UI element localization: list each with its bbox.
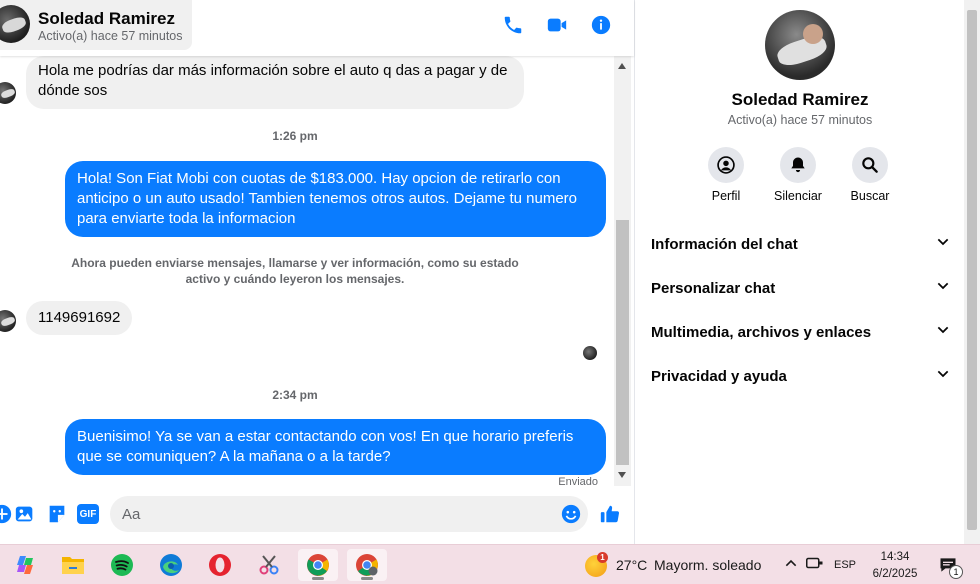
spotify-icon[interactable]	[102, 549, 142, 581]
conversation-details-panel: Soledad Ramirez Activo(a) hace 57 minuto…	[634, 0, 964, 544]
weather-alert-badge: 1	[597, 552, 608, 563]
section-chat-info[interactable]: Información del chat	[651, 224, 951, 264]
message-timestamp: 2:34 pm	[272, 388, 318, 402]
search-label: Buscar	[850, 189, 890, 203]
message-status: Enviado	[558, 476, 598, 486]
image-gallery-icon[interactable]	[13, 502, 37, 526]
avatar[interactable]	[0, 5, 30, 43]
incoming-message[interactable]: Hola me podrías dar más información sobr…	[26, 56, 524, 109]
notification-count-badge: 1	[949, 565, 963, 579]
chrome-icon[interactable]	[298, 549, 338, 581]
message-scrollbar[interactable]	[614, 56, 631, 486]
scroll-up-arrow[interactable]	[618, 63, 626, 69]
contact-name: Soledad Ramirez	[38, 9, 175, 28]
bell-icon	[791, 157, 805, 173]
plus-circle-icon[interactable]	[0, 502, 14, 526]
message-input[interactable]	[110, 496, 588, 532]
composer: GIF	[0, 486, 634, 544]
profile-button[interactable]: Perfil	[686, 147, 766, 203]
panel-contact-name[interactable]: Soledad Ramirez	[635, 90, 965, 110]
emoji-icon[interactable]	[559, 502, 583, 526]
phone-icon[interactable]	[500, 12, 526, 38]
file-explorer-icon[interactable]	[53, 549, 93, 581]
info-icon[interactable]	[588, 12, 614, 38]
profile-icon	[717, 156, 735, 174]
message-list[interactable]: Hola me podrías dar más información sobr…	[0, 56, 614, 486]
chevron-down-icon	[935, 278, 951, 299]
chat-header: Soledad Ramirez Activo(a) hace 57 minuto…	[0, 0, 634, 56]
scroll-thumb[interactable]	[967, 10, 977, 530]
read-receipt-avatar	[583, 346, 597, 360]
taskbar: 1 27°C Mayorm. soleado ESP 14:34 6/2/202…	[0, 544, 980, 584]
opera-icon[interactable]	[200, 549, 240, 581]
scroll-down-arrow[interactable]	[618, 472, 626, 478]
edge-icon[interactable]	[151, 549, 191, 581]
video-camera-icon[interactable]	[544, 12, 570, 38]
weather-temperature[interactable]: 27°C	[616, 557, 647, 573]
profile-label: Perfil	[711, 189, 741, 203]
chevron-down-icon	[935, 234, 951, 255]
search-button[interactable]: Buscar	[830, 147, 910, 203]
avatar	[0, 82, 16, 104]
mute-label: Silenciar	[774, 189, 822, 203]
scroll-thumb[interactable]	[616, 220, 629, 465]
connection-notice: Ahora pueden enviarse mensajes, llamarse…	[71, 256, 519, 286]
contact-status: Activo(a) hace 57 minutos	[38, 29, 183, 43]
outgoing-message[interactable]: Buenisimo! Ya se van a estar contactando…	[65, 419, 606, 475]
clock-time: 14:34	[880, 551, 910, 563]
mute-button[interactable]: Silenciar	[758, 147, 838, 203]
chevron-down-icon	[935, 322, 951, 343]
section-customize-chat[interactable]: Personalizar chat	[651, 268, 951, 308]
message-timestamp: 1:26 pm	[272, 129, 318, 143]
section-media-files-links[interactable]: Multimedia, archivos y enlaces	[651, 312, 951, 352]
outgoing-message[interactable]: Hola! Son Fiat Mobi con cuotas de $183.0…	[65, 161, 606, 237]
section-privacy-help[interactable]: Privacidad y ayuda	[651, 356, 951, 396]
avatar[interactable]	[765, 10, 835, 80]
snipping-tool-icon[interactable]	[249, 549, 289, 581]
chrome-profile-icon[interactable]	[347, 549, 387, 581]
page-scrollbar[interactable]	[964, 0, 980, 544]
language-indicator[interactable]: ESP	[834, 559, 856, 571]
weather-condition[interactable]: Mayorm. soleado	[654, 557, 761, 573]
chevron-up-icon[interactable]	[783, 555, 799, 574]
contact-info-button[interactable]: Soledad Ramirez Activo(a) hace 57 minuto…	[0, 0, 192, 50]
copilot-icon[interactable]	[5, 549, 45, 581]
clock[interactable]: 14:34 6/2/2025	[868, 550, 922, 582]
network-icon[interactable]	[806, 555, 824, 574]
clock-date: 6/2/2025	[872, 568, 918, 580]
search-icon	[862, 157, 878, 173]
like-icon[interactable]	[598, 502, 622, 526]
chevron-down-icon	[935, 366, 951, 387]
sticker-icon[interactable]	[45, 502, 69, 526]
avatar	[0, 310, 16, 332]
panel-contact-status: Activo(a) hace 57 minutos	[727, 113, 873, 127]
incoming-message[interactable]: 1149691692	[26, 301, 133, 335]
gif-icon[interactable]: GIF	[77, 504, 99, 524]
